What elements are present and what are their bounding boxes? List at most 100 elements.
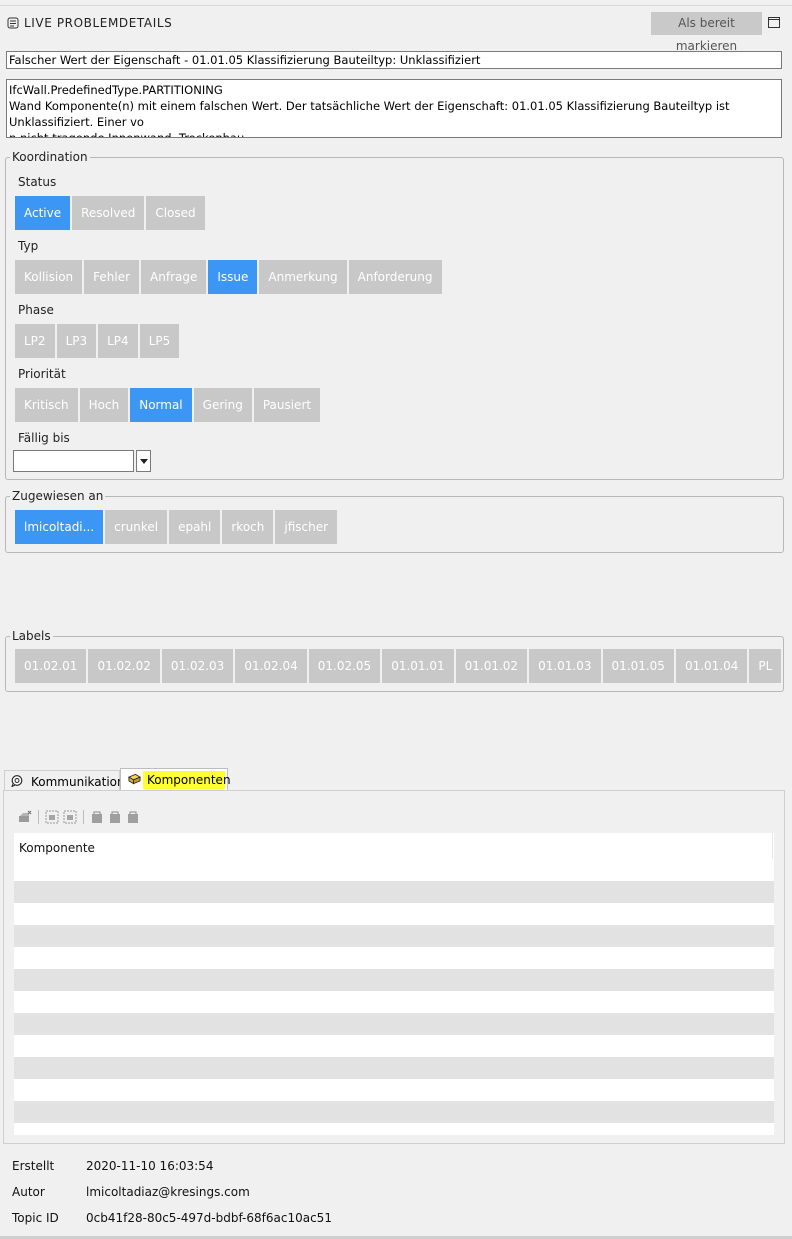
status-label: Status	[18, 175, 57, 189]
table-row[interactable]	[14, 1057, 774, 1079]
prioritaet-option-normal[interactable]: Normal	[130, 388, 192, 422]
assignee-option-rkoch[interactable]: rkoch	[222, 510, 274, 544]
components-column-header[interactable]: Komponente	[14, 833, 773, 859]
prioritaet-option-hoch[interactable]: Hoch	[79, 388, 129, 422]
label-option[interactable]: 01.01.03	[529, 649, 601, 683]
top-divider	[0, 5, 792, 6]
topic-id-label: Topic ID	[12, 1211, 59, 1225]
created-value: 2020-11-10 16:03:54	[86, 1159, 214, 1173]
table-row[interactable]	[14, 947, 774, 969]
table-row[interactable]	[14, 1101, 774, 1123]
description-line: IfcWall.PredefinedType.PARTITIONING	[9, 83, 223, 97]
assignee-options: lmicoltadi... crunkel epahl rkoch jfisch…	[15, 510, 338, 544]
label-option[interactable]: 01.01.04	[675, 649, 748, 683]
phase-label: Phase	[18, 303, 54, 317]
table-row[interactable]	[14, 1079, 774, 1101]
table-row[interactable]	[14, 1035, 774, 1057]
components-panel: Komponente	[3, 790, 785, 1144]
prioritaet-option-pausiert[interactable]: Pausiert	[253, 388, 321, 422]
label-option[interactable]: 01.01.02	[455, 649, 528, 683]
label-option[interactable]: 01.01.01	[382, 649, 454, 683]
table-row[interactable]	[14, 881, 774, 903]
toolbar-separator	[38, 810, 39, 824]
phase-option-lp4[interactable]: LP4	[98, 324, 138, 358]
table-row[interactable]	[14, 859, 774, 881]
table-row[interactable]	[14, 1013, 774, 1035]
typ-option-anfrage[interactable]: Anfrage	[141, 260, 207, 294]
description-line: Wand Komponente(n) mit einem falschen We…	[9, 99, 730, 129]
koordination-legend: Koordination	[10, 150, 90, 164]
tab-kommunikation[interactable]: Kommunikation	[4, 770, 125, 792]
phase-options: LP2 LP3 LP4 LP5	[15, 324, 180, 358]
chat-icon	[11, 775, 23, 787]
issue-description-field[interactable]: IfcWall.PredefinedType.PARTITIONING Wand…	[6, 79, 782, 138]
assignee-option-jfischer[interactable]: jfischer	[275, 510, 338, 544]
labels-group: Labels 01.02.01 01.02.02 01.02.03 01.02.…	[5, 629, 784, 692]
due-date-input[interactable]	[13, 450, 134, 472]
detail-tabbar: Kommunikation Komponenten	[0, 768, 792, 792]
prioritaet-option-kritisch[interactable]: Kritisch	[15, 388, 78, 422]
component-show-icon[interactable]	[126, 810, 140, 824]
component-hide-icon[interactable]	[108, 810, 122, 824]
prioritaet-label: Priorität	[18, 367, 66, 381]
label-option[interactable]: 01.02.05	[308, 649, 381, 683]
typ-label: Typ	[18, 239, 39, 253]
status-option-resolved[interactable]: Resolved	[72, 196, 145, 230]
phase-option-lp5[interactable]: LP5	[139, 324, 180, 358]
tab-komponenten[interactable]: Komponenten	[120, 768, 231, 790]
status-option-active[interactable]: Active	[15, 196, 71, 230]
table-row[interactable]	[14, 925, 774, 947]
typ-option-anforderung[interactable]: Anforderung	[348, 260, 442, 294]
zugewiesen-legend: Zugewiesen an	[10, 489, 106, 503]
typ-option-anmerkung[interactable]: Anmerkung	[259, 260, 347, 294]
label-option[interactable]: 01.02.04	[235, 649, 307, 683]
table-row[interactable]	[14, 991, 774, 1013]
label-option[interactable]: 01.01.05	[602, 649, 674, 683]
panel-title: LIVE PROBLEMDETAILS	[24, 16, 173, 30]
label-options: 01.02.01 01.02.02 01.02.03 01.02.04 01.0…	[15, 649, 782, 683]
status-option-closed[interactable]: Closed	[146, 196, 205, 230]
components-toolbar	[18, 809, 144, 825]
column-label: Komponente	[19, 841, 95, 855]
topic-id-value: 0cb41f28-80c5-497d-bdbf-68f6ac10ac51	[86, 1211, 332, 1225]
description-line: n nicht tragende Innenwand, Trockenbau.	[9, 131, 248, 138]
component-visibility-icon[interactable]	[90, 810, 104, 824]
labels-legend: Labels	[10, 629, 53, 643]
tab-komponenten-label: Komponenten	[147, 773, 231, 787]
window-icon[interactable]	[768, 17, 780, 28]
created-label: Erstellt	[12, 1159, 55, 1173]
label-option[interactable]: 01.02.02	[88, 649, 160, 683]
mark-ready-button[interactable]: Als bereit markieren	[651, 12, 762, 53]
author-value: lmicoltadiaz@kresings.com	[86, 1185, 250, 1199]
component-box-icon	[128, 773, 141, 785]
faellig-label: Fällig bis	[18, 431, 70, 445]
typ-option-fehler[interactable]: Fehler	[84, 260, 140, 294]
select-components-icon[interactable]	[45, 810, 59, 824]
isolate-components-icon[interactable]	[63, 810, 77, 824]
table-row[interactable]	[14, 969, 774, 991]
typ-option-issue[interactable]: Issue	[208, 260, 258, 294]
status-options: Active Resolved Closed	[15, 196, 205, 230]
remove-component-icon[interactable]	[18, 810, 32, 824]
author-label: Autor	[12, 1185, 45, 1199]
issue-title-field[interactable]: Falscher Wert der Eigenschaft - 01.01.05…	[6, 51, 782, 69]
zugewiesen-group: Zugewiesen an lmicoltadi... crunkel epah…	[5, 489, 784, 553]
label-option[interactable]: 01.02.01	[15, 649, 87, 683]
assignee-option-lmicoltadiaz[interactable]: lmicoltadi...	[15, 510, 104, 544]
assignee-option-crunkel[interactable]: crunkel	[105, 510, 168, 544]
prioritaet-options: Kritisch Hoch Normal Gering Pausiert	[15, 388, 321, 422]
label-option[interactable]: 01.02.03	[161, 649, 234, 683]
issue-list-icon	[7, 17, 19, 29]
panel-header: LIVE PROBLEMDETAILS Als bereit markieren	[0, 7, 792, 53]
toolbar-separator	[83, 810, 84, 824]
assignee-option-epahl[interactable]: epahl	[169, 510, 221, 544]
phase-option-lp3[interactable]: LP3	[56, 324, 97, 358]
table-row[interactable]	[14, 903, 774, 925]
typ-option-kollision[interactable]: Kollision	[15, 260, 83, 294]
phase-option-lp2[interactable]: LP2	[15, 324, 55, 358]
label-option[interactable]: PL	[749, 649, 782, 683]
prioritaet-option-gering[interactable]: Gering	[193, 388, 252, 422]
components-table: Komponente	[14, 833, 774, 1135]
typ-options: Kollision Fehler Anfrage Issue Anmerkung…	[15, 260, 442, 294]
due-date-dropdown-button[interactable]	[136, 450, 151, 472]
